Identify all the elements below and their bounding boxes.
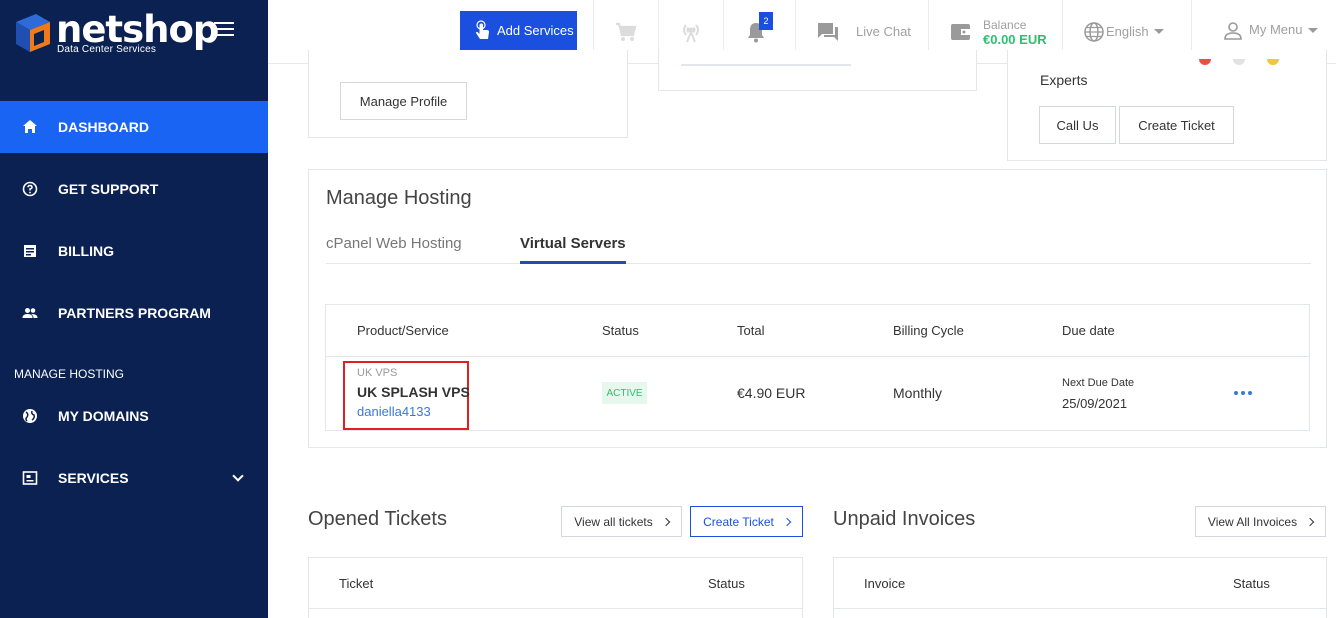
column-header-product: Product/Service	[357, 323, 449, 338]
sidebar-item-my-domains[interactable]: MY DOMAINS	[0, 390, 268, 442]
balance-label: Balance	[983, 18, 1027, 32]
chat-icon[interactable]	[816, 20, 840, 44]
manage-profile-button[interactable]: Manage Profile	[340, 82, 467, 120]
add-services-button[interactable]: Add Services	[460, 11, 577, 50]
tab-virtual-servers[interactable]: Virtual Servers	[520, 235, 626, 252]
logo-cube-icon	[16, 14, 50, 52]
product-name: UK SPLASH VPS	[357, 384, 470, 400]
sidebar-item-billing[interactable]: BILLING	[0, 225, 268, 277]
signal-tower-icon[interactable]	[679, 20, 703, 44]
more-options-icon[interactable]	[1234, 391, 1252, 395]
opened-tickets-title: Opened Tickets	[308, 508, 447, 530]
table-header-divider	[309, 608, 802, 609]
sidebar-item-label: PARTNERS PROGRAM	[58, 305, 211, 321]
billing-icon	[24, 245, 36, 257]
globe-icon[interactable]	[1083, 21, 1105, 43]
people-icon	[22, 308, 38, 318]
divider	[681, 64, 851, 66]
chevron-right-icon	[1305, 517, 1315, 526]
cart-icon[interactable]	[614, 20, 638, 44]
home-icon	[23, 120, 37, 133]
sidebar-item-label: GET SUPPORT	[58, 181, 159, 197]
sidebar-item-label: SERVICES	[58, 470, 129, 486]
sidebar-item-dashboard[interactable]: DASHBOARD	[0, 101, 268, 153]
active-tab-indicator	[520, 261, 626, 264]
column-header-billing-cycle: Billing Cycle	[893, 323, 964, 338]
sidebar-item-label: DASHBOARD	[58, 119, 149, 135]
manage-hosting-title: Manage Hosting	[326, 187, 472, 209]
column-header-status: Status	[602, 323, 639, 338]
avatar	[1267, 59, 1279, 65]
hamburger-menu-icon[interactable]	[214, 22, 234, 38]
create-ticket-button[interactable]: Create Ticket	[1119, 106, 1234, 144]
unpaid-invoices-title: Unpaid Invoices	[833, 508, 976, 530]
status-badge: ACTIVE	[602, 382, 647, 404]
user-icon[interactable]	[1223, 21, 1243, 41]
product-category: UK VPS	[357, 367, 398, 379]
wallet-icon[interactable]	[949, 20, 973, 44]
help-icon	[22, 181, 38, 197]
hand-pointer-icon	[476, 20, 489, 39]
view-all-tickets-label: View all tickets	[574, 514, 653, 529]
column-header-status: Status	[1233, 576, 1270, 591]
call-us-button[interactable]: Call Us	[1039, 106, 1116, 144]
profile-card: Manage Profile	[308, 50, 628, 138]
tabs-divider	[326, 263, 1311, 264]
tab-cpanel-web-hosting[interactable]: cPanel Web Hosting	[326, 235, 462, 252]
column-header-due-date: Due date	[1062, 323, 1115, 338]
chevron-down-icon	[232, 470, 244, 482]
column-header-ticket: Ticket	[339, 576, 374, 591]
sidebar-item-services[interactable]: SERVICES	[0, 452, 268, 504]
caret-down-icon	[1154, 29, 1164, 34]
sidebar-item-label: MY DOMAINS	[58, 408, 149, 424]
column-header-status: Status	[708, 576, 745, 591]
due-date-label: Next Due Date	[1062, 377, 1135, 389]
experts-text: Experts	[1040, 72, 1088, 88]
balance-value: €0.00 EUR	[983, 32, 1047, 47]
create-ticket-button[interactable]: Create Ticket	[690, 506, 803, 537]
logo[interactable]: netshop Data Center Services	[10, 8, 219, 58]
sidebar: netshop Data Center Services DASHBOARD G…	[0, 0, 268, 618]
billing-cycle-value: Monthly	[893, 385, 943, 401]
chevron-right-icon	[661, 517, 670, 526]
chevron-right-icon	[782, 517, 792, 526]
my-menu-button[interactable]: My Menu	[1249, 22, 1302, 37]
services-icon	[22, 471, 38, 485]
notification-count-badge: 2	[759, 12, 773, 30]
sidebar-item-get-support[interactable]: GET SUPPORT	[0, 163, 268, 215]
sidebar-item-label: BILLING	[58, 243, 114, 259]
avatar	[1199, 59, 1211, 65]
hosting-table	[325, 304, 1310, 431]
view-all-invoices-label: View All Invoices	[1207, 514, 1298, 529]
brand-tagline: Data Center Services	[57, 44, 157, 55]
middle-card	[658, 50, 977, 91]
product-username-link[interactable]: daniella4133	[357, 404, 431, 419]
experts-card: Experts Call Us Create Ticket	[1007, 50, 1327, 161]
due-date-value: 25/09/2021	[1062, 396, 1128, 411]
column-header-total: Total	[737, 323, 765, 338]
table-header-divider	[326, 356, 1309, 357]
live-chat-link[interactable]: Live Chat	[856, 24, 911, 39]
view-all-tickets-button[interactable]: View all tickets	[561, 506, 682, 537]
total-value: €4.90 EUR	[737, 385, 806, 401]
manage-hosting-section-label: MANAGE HOSTING	[14, 367, 125, 381]
table-header-divider	[834, 608, 1326, 609]
column-header-invoice: Invoice	[864, 576, 906, 591]
add-services-label: Add Services	[497, 23, 574, 38]
language-select[interactable]: English	[1106, 24, 1149, 39]
view-all-invoices-button[interactable]: View All Invoices	[1195, 506, 1326, 537]
avatar	[1233, 59, 1245, 65]
sidebar-item-partners-program[interactable]: PARTNERS PROGRAM	[0, 287, 268, 339]
globe-icon	[23, 409, 37, 423]
create-ticket-label: Create Ticket	[703, 514, 774, 529]
caret-down-icon	[1308, 28, 1318, 33]
